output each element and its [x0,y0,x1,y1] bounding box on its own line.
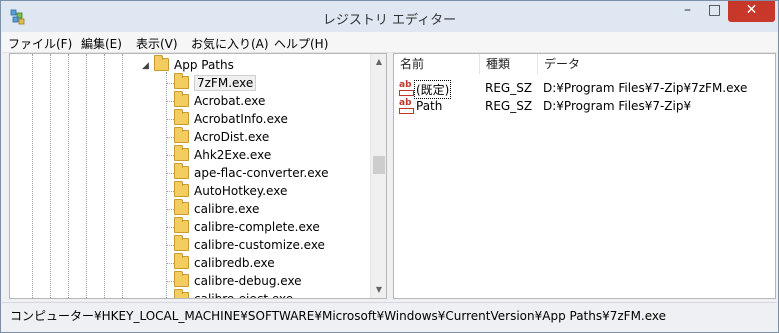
tree-node[interactable]: calibredb.exe [10,253,372,272]
menu-edit[interactable]: 編集(E) [81,35,122,52]
tree-node-label: calibre-debug.exe [194,274,302,288]
folder-icon [174,127,189,143]
tree-node[interactable]: ape-flac-converter.exe [10,163,372,182]
value-name: Path [416,99,443,113]
tree-node[interactable]: AutoHotkey.exe [10,181,372,200]
folder-icon [174,217,189,233]
value-data: D:¥Program Files¥7-Zip¥7zFM.exe [543,81,748,95]
menu-favorites[interactable]: お気に入り(A) [191,35,269,52]
tree-node-label: calibredb.exe [194,256,275,270]
ab-string-icon: ab [399,81,414,96]
folder-icon [174,235,189,251]
value-type: REG_SZ [485,99,533,113]
folder-icon [174,91,189,107]
close-button[interactable]: ✕ [728,1,775,22]
tree-scrollbar[interactable]: ▲ ▼ [370,54,386,298]
value-row[interactable]: ab Path REG_SZ D:¥Program Files¥7-Zip¥ [394,97,775,115]
tree-node[interactable]: AcroDist.exe [10,127,372,146]
tree-node-label: calibre-customize.exe [194,238,325,252]
folder-icon [174,181,189,197]
tree-node-label: Acrobat.exe [194,94,266,108]
menu-help[interactable]: ヘルプ(H) [274,35,328,52]
ab-string-icon: ab [399,99,414,114]
tree-node-label: ape-flac-converter.exe [194,166,329,180]
folder-icon [174,145,189,161]
maximize-button[interactable]: □ [701,1,728,22]
tree-node[interactable]: calibre-complete.exe [10,217,372,236]
tree-node-label: Ahk2Exe.exe [194,148,272,162]
folder-icon [174,271,189,287]
scroll-up-arrow-icon[interactable]: ▲ [371,54,386,70]
column-header-name[interactable]: 名前 [394,54,480,74]
tree-node-label: 7zFM.exe [194,75,257,91]
key-tree-pane[interactable]: ◢ App Paths 7zFM.exe Acrobat.exe AcrobatIn… [9,53,387,299]
scroll-down-arrow-icon[interactable]: ▼ [371,282,386,298]
menu-bar: ファイル(F) 編集(E) 表示(V) お気に入り(A) ヘルプ(H) [2,32,777,53]
folder-icon [154,55,169,71]
tree-node-label: calibre-complete.exe [194,220,320,234]
folder-icon [174,199,189,215]
tree-node[interactable]: calibre-eject.exe [10,289,372,299]
tree-node[interactable]: calibre.exe [10,199,372,218]
tree-node-label: calibre-eject.exe [194,292,294,299]
window-title: レジストリ エディター [322,13,457,28]
minimize-button[interactable]: – [674,1,701,22]
tree-node[interactable]: AcrobatInfo.exe [10,109,372,128]
scrollbar-thumb[interactable] [373,156,385,174]
values-list-pane[interactable]: 名前 種類 データ ab (既定) REG_SZ D:¥Program File… [393,53,776,299]
menu-file[interactable]: ファイル(F) [8,35,72,52]
value-type: REG_SZ [485,81,533,95]
status-path: コンピューター¥HKEY_LOCAL_MACHINE¥SOFTWARE¥Micr… [10,309,667,323]
folder-icon [174,73,189,89]
tree-node[interactable]: Acrobat.exe [10,91,372,110]
folder-icon [174,253,189,269]
value-row[interactable]: ab (既定) REG_SZ D:¥Program Files¥7-Zip¥7z… [394,79,775,99]
tree-node-label: AcroDist.exe [194,130,270,144]
tree-node-label: AutoHotkey.exe [194,184,288,198]
folder-icon [174,289,189,298]
tree-node-app-paths[interactable]: App Paths [10,55,372,74]
title-bar[interactable]: レジストリ エディター – □ ✕ [1,1,778,32]
status-bar: コンピューター¥HKEY_LOCAL_MACHINE¥SOFTWARE¥Micr… [2,302,777,332]
column-header-type[interactable]: 種類 [480,54,538,74]
folder-icon [174,163,189,179]
folder-icon [174,109,189,125]
registry-editor-window: レジストリ エディター – □ ✕ ファイル(F) 編集(E) 表示(V) お気… [0,0,779,333]
tree-node-label: AcrobatInfo.exe [194,112,288,126]
tree-node[interactable]: 7zFM.exe [10,73,372,92]
menu-view[interactable]: 表示(V) [136,35,178,52]
column-header-data[interactable]: データ [538,54,775,74]
tree-node[interactable]: calibre-customize.exe [10,235,372,254]
tree-node[interactable]: Ahk2Exe.exe [10,145,372,164]
tree-node[interactable]: calibre-debug.exe [10,271,372,290]
tree-node-label: calibre.exe [194,202,260,216]
value-data: D:¥Program Files¥7-Zip¥ [543,99,692,113]
tree-node-label: App Paths [174,58,234,72]
